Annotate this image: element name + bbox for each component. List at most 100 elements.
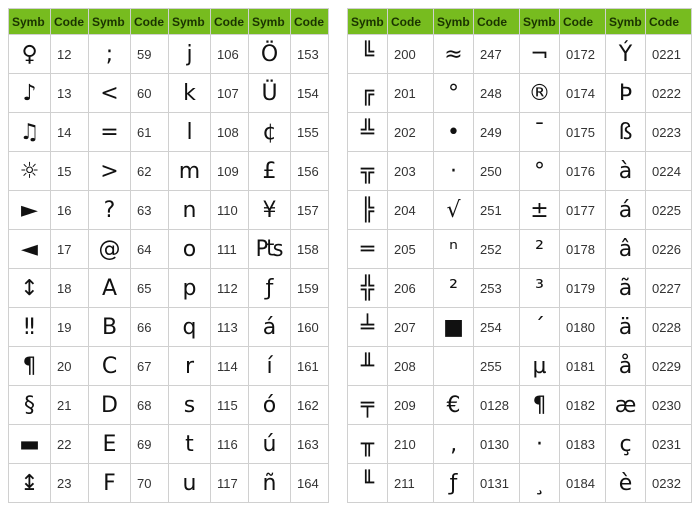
- code-cell: 114: [211, 347, 249, 386]
- code-cell: 13: [51, 74, 89, 113]
- symbol-cell: ╚: [348, 35, 388, 74]
- symbol-cell: ╩: [348, 113, 388, 152]
- tables-wrap: SymbCodeSymbCodeSymbCodeSymbCode♀12;59j1…: [8, 8, 692, 503]
- table-row: ═205ⁿ252²0178â0226: [348, 230, 692, 269]
- header-symb: Symb: [520, 9, 560, 35]
- code-cell: 205: [388, 230, 434, 269]
- code-cell: 0230: [646, 386, 692, 425]
- code-cell: 65: [131, 269, 169, 308]
- symbol-cell: ¬: [520, 35, 560, 74]
- code-cell: 0172: [560, 35, 606, 74]
- symbol-cell: Ü: [249, 74, 291, 113]
- symbol-cell: E: [89, 425, 131, 464]
- code-cell: 0184: [560, 464, 606, 503]
- symbol-cell: à: [606, 152, 646, 191]
- header-symb: Symb: [434, 9, 474, 35]
- code-cell: 162: [291, 386, 329, 425]
- header-code: Code: [560, 9, 606, 35]
- code-cell: 0178: [560, 230, 606, 269]
- header-symb: Symb: [606, 9, 646, 35]
- symbol-cell: r: [169, 347, 211, 386]
- table-row: ☼15>62m109£156: [9, 152, 329, 191]
- code-cell: 70: [131, 464, 169, 503]
- symbol-cell: ;: [89, 35, 131, 74]
- code-cell: 0182: [560, 386, 606, 425]
- table-row: ╤209€0128¶0182æ0230: [348, 386, 692, 425]
- code-cell: 68: [131, 386, 169, 425]
- symbol-cell: ‚: [434, 425, 474, 464]
- symbol-cell: ²: [434, 269, 474, 308]
- symbol-cell: ≈: [434, 35, 474, 74]
- code-cell: 112: [211, 269, 249, 308]
- symbol-cell: ╠: [348, 191, 388, 230]
- code-cell: 253: [474, 269, 520, 308]
- symbol-cell: è: [606, 464, 646, 503]
- symbol-cell: ►: [9, 191, 51, 230]
- symbol-cell: ¶: [9, 347, 51, 386]
- code-cell: 161: [291, 347, 329, 386]
- code-cell: 210: [388, 425, 434, 464]
- table-row: ◄17@64o111₧158: [9, 230, 329, 269]
- code-cell: 0176: [560, 152, 606, 191]
- code-cell: 19: [51, 308, 89, 347]
- table-row: ►16?63n110¥157: [9, 191, 329, 230]
- code-cell: 0131: [474, 464, 520, 503]
- code-cell: 0174: [560, 74, 606, 113]
- code-cell: 207: [388, 308, 434, 347]
- symbol-cell: A: [89, 269, 131, 308]
- code-cell: 250: [474, 152, 520, 191]
- code-cell: 20: [51, 347, 89, 386]
- code-cell: 15: [51, 152, 89, 191]
- code-cell: 208: [388, 347, 434, 386]
- header-symb: Symb: [169, 9, 211, 35]
- symbol-cell: s: [169, 386, 211, 425]
- table-row: ‼19B66q113á160: [9, 308, 329, 347]
- symbol-cell: =: [89, 113, 131, 152]
- table-row: ╦203·250°0176à0224: [348, 152, 692, 191]
- table-row: ♀12;59j106Ö153: [9, 35, 329, 74]
- code-cell: 0221: [646, 35, 692, 74]
- symbol-cell: C: [89, 347, 131, 386]
- code-cell: 0226: [646, 230, 692, 269]
- header-code: Code: [211, 9, 249, 35]
- code-cell: 17: [51, 230, 89, 269]
- symbol-cell: ¥: [249, 191, 291, 230]
- table-row: ♫14=61l108¢155: [9, 113, 329, 152]
- symbol-cell: ╔: [348, 74, 388, 113]
- symbol-cell: n: [169, 191, 211, 230]
- symbol-cell: ã: [606, 269, 646, 308]
- symbol-cell: q: [169, 308, 211, 347]
- code-cell: 252: [474, 230, 520, 269]
- code-cell: 211: [388, 464, 434, 503]
- symbol-cell: ·: [520, 425, 560, 464]
- table-row: ▬22E69t116ú163: [9, 425, 329, 464]
- symbol-cell: <: [89, 74, 131, 113]
- symbol-cell: k: [169, 74, 211, 113]
- symbol-cell: €: [434, 386, 474, 425]
- symbol-cell: B: [89, 308, 131, 347]
- code-cell: 158: [291, 230, 329, 269]
- code-cell: 22: [51, 425, 89, 464]
- code-cell: 113: [211, 308, 249, 347]
- code-cell: 154: [291, 74, 329, 113]
- symbol-cell: ²: [520, 230, 560, 269]
- symbol-cell: °: [434, 74, 474, 113]
- code-cell: 0180: [560, 308, 606, 347]
- table-row: ╨208255µ0181å0229: [348, 347, 692, 386]
- code-cell: 203: [388, 152, 434, 191]
- symbol-cell: ╦: [348, 152, 388, 191]
- symbol-cell: ³: [520, 269, 560, 308]
- symbol-cell: •: [434, 113, 474, 152]
- symbol-cell: ╙: [348, 464, 388, 503]
- symbol-cell: ¸: [520, 464, 560, 503]
- code-cell: 0229: [646, 347, 692, 386]
- code-cell: 202: [388, 113, 434, 152]
- code-cell: 106: [211, 35, 249, 74]
- symbol-cell: £: [249, 152, 291, 191]
- code-cell: 164: [291, 464, 329, 503]
- symbol-cell: ó: [249, 386, 291, 425]
- symbol-cell: u: [169, 464, 211, 503]
- header-code: Code: [51, 9, 89, 35]
- symbol-cell: @: [89, 230, 131, 269]
- symbol-cell: °: [520, 152, 560, 191]
